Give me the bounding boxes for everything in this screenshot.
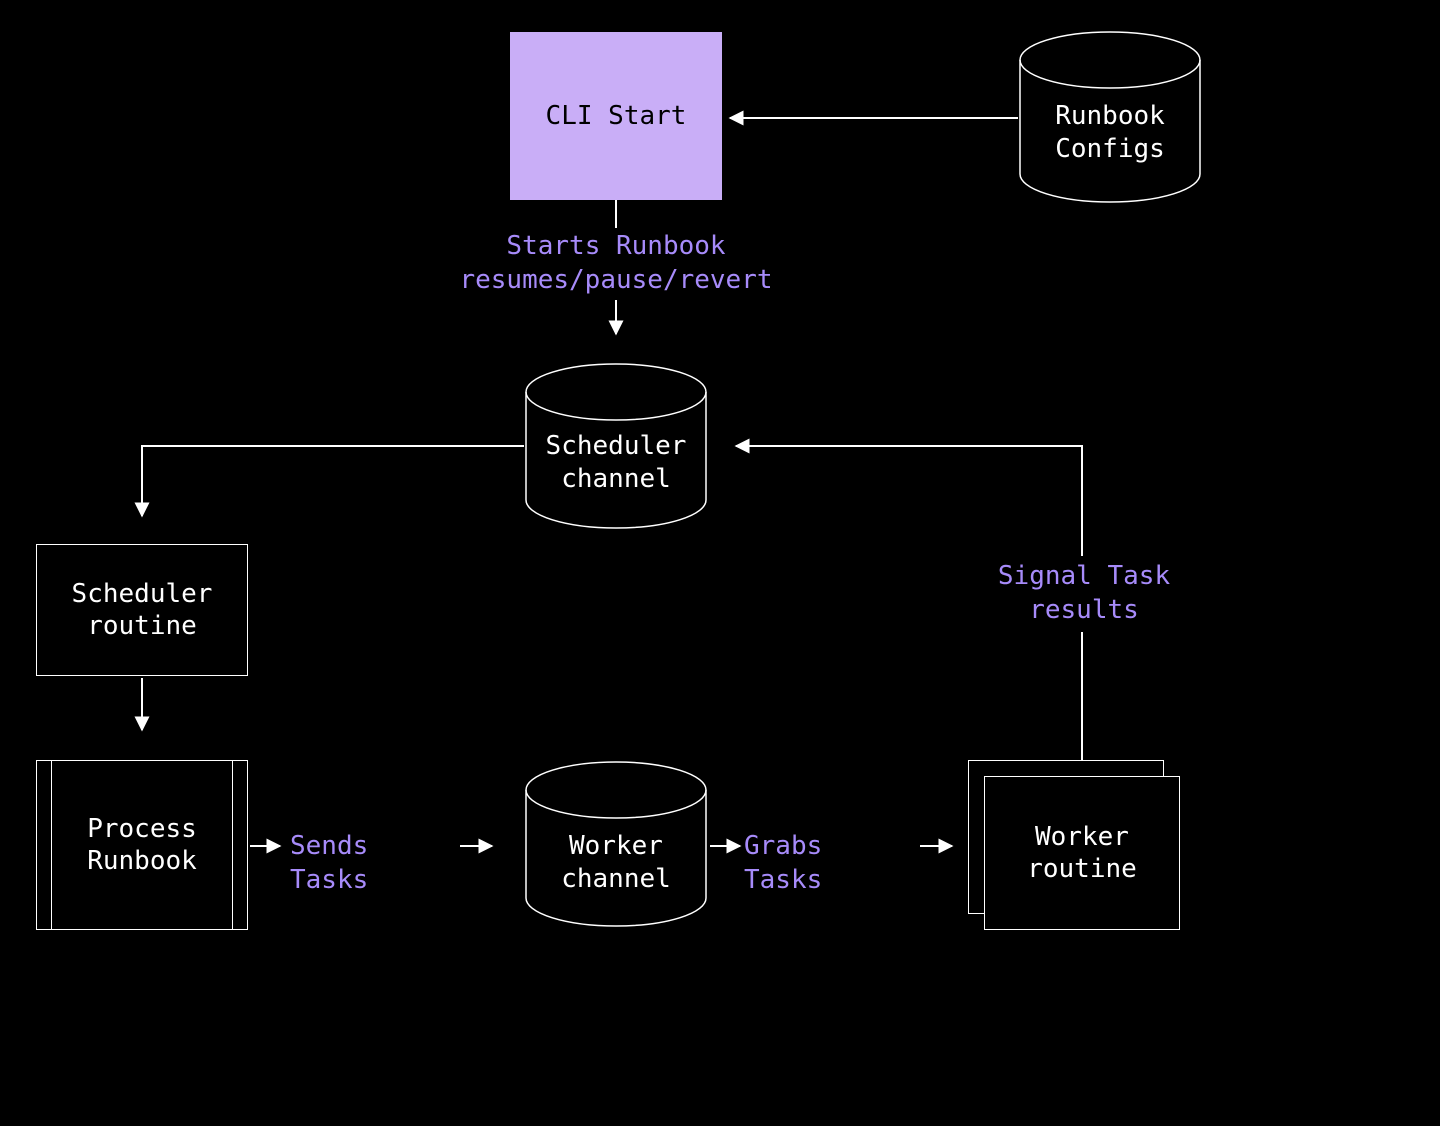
edge-sends-tasks: Sends Tasks [290, 830, 460, 898]
edge-starts-runbook: Starts Runbook resumes/pause/revert [416, 230, 816, 298]
edge-grabs-tasks: Grabs Tasks [744, 830, 914, 898]
worker-routine-node: Worker routine [984, 760, 1180, 930]
arrow-scheduler-channel-to-routine [142, 446, 524, 516]
worker-channel-label: Worker channel [526, 830, 706, 895]
scheduler-routine-label: Scheduler routine [72, 578, 213, 643]
cli-start-node: CLI Start [510, 32, 722, 200]
worker-routine-label: Worker routine [1027, 821, 1137, 886]
edge-signal-task-results: Signal Task results [994, 560, 1174, 628]
process-runbook-node: Process Runbook [36, 760, 248, 930]
cli-start-label: CLI Start [546, 100, 687, 133]
scheduler-routine-node: Scheduler routine [36, 544, 248, 676]
arrow-signal-to-scheduler [736, 446, 1082, 556]
scheduler-channel-label: Scheduler channel [526, 430, 706, 495]
diagram-canvas: CLI Start Runbook Configs Scheduler chan… [0, 0, 1440, 1126]
runbook-configs-label: Runbook Configs [1020, 100, 1200, 165]
process-runbook-label: Process Runbook [87, 813, 197, 878]
